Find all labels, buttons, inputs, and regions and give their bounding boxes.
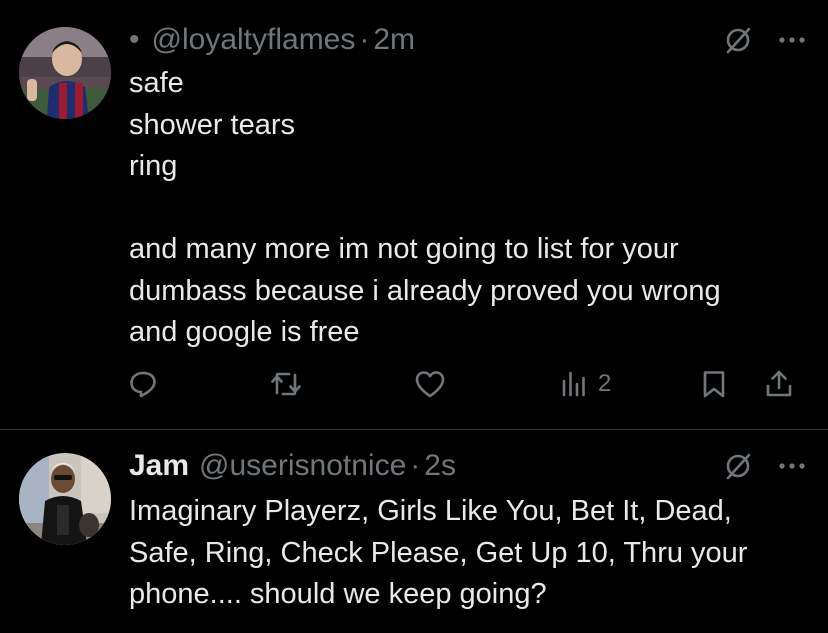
tweet-text: safe shower tears ring and many more im … bbox=[129, 63, 809, 354]
bookmark-button[interactable] bbox=[700, 366, 728, 402]
tweet[interactable]: • @loyaltyflames · 2m safe shower tears … bbox=[0, 0, 828, 429]
reply-icon bbox=[130, 371, 156, 398]
text-line bbox=[129, 188, 809, 230]
timestamp[interactable]: 2m bbox=[373, 23, 415, 57]
avatar[interactable] bbox=[19, 27, 111, 119]
text-line: phone.... should we keep going? bbox=[129, 578, 547, 610]
bookmark-icon bbox=[703, 371, 725, 398]
text-line: Safe, Ring, Check Please, Get Up 10, Thr… bbox=[129, 536, 748, 569]
separator: · bbox=[359, 23, 370, 56]
author-handle[interactable]: @userisnotnice bbox=[199, 449, 406, 483]
more-icon[interactable] bbox=[778, 462, 806, 470]
text-line: safe bbox=[129, 67, 184, 99]
separator: · bbox=[410, 449, 421, 482]
action-bar: 2 bbox=[128, 366, 808, 402]
grok-icon[interactable] bbox=[724, 452, 752, 480]
like-icon bbox=[415, 371, 445, 398]
text-line: ring bbox=[129, 150, 178, 182]
repost-button[interactable] bbox=[270, 366, 302, 402]
text-line: and google is free bbox=[129, 316, 360, 348]
tweet-text: Imaginary Playerz, Girls Like You, Bet I… bbox=[129, 491, 809, 616]
repost-icon bbox=[271, 372, 301, 396]
timestamp[interactable]: 2s bbox=[424, 449, 456, 483]
author-name[interactable]: Jam bbox=[129, 449, 189, 483]
share-button[interactable] bbox=[764, 366, 794, 402]
views-button[interactable]: 2 bbox=[560, 366, 611, 402]
text-line: and many more im not going to list for y… bbox=[129, 233, 679, 265]
views-count: 2 bbox=[598, 370, 612, 397]
share-icon bbox=[766, 370, 792, 397]
like-button[interactable] bbox=[414, 366, 446, 402]
more-icon[interactable] bbox=[778, 36, 806, 44]
views-icon bbox=[562, 371, 585, 397]
text-line: Imaginary Playerz, Girls Like You, Bet I… bbox=[129, 495, 732, 527]
bullet-dot: • bbox=[129, 23, 140, 56]
reply-button[interactable] bbox=[128, 366, 158, 402]
text-line: shower tears bbox=[129, 108, 296, 141]
avatar[interactable] bbox=[19, 453, 111, 545]
text-line: dumbass because i already proved you wro… bbox=[129, 274, 721, 307]
author-handle[interactable]: @loyaltyflames bbox=[152, 23, 356, 57]
grok-icon[interactable] bbox=[724, 26, 752, 54]
